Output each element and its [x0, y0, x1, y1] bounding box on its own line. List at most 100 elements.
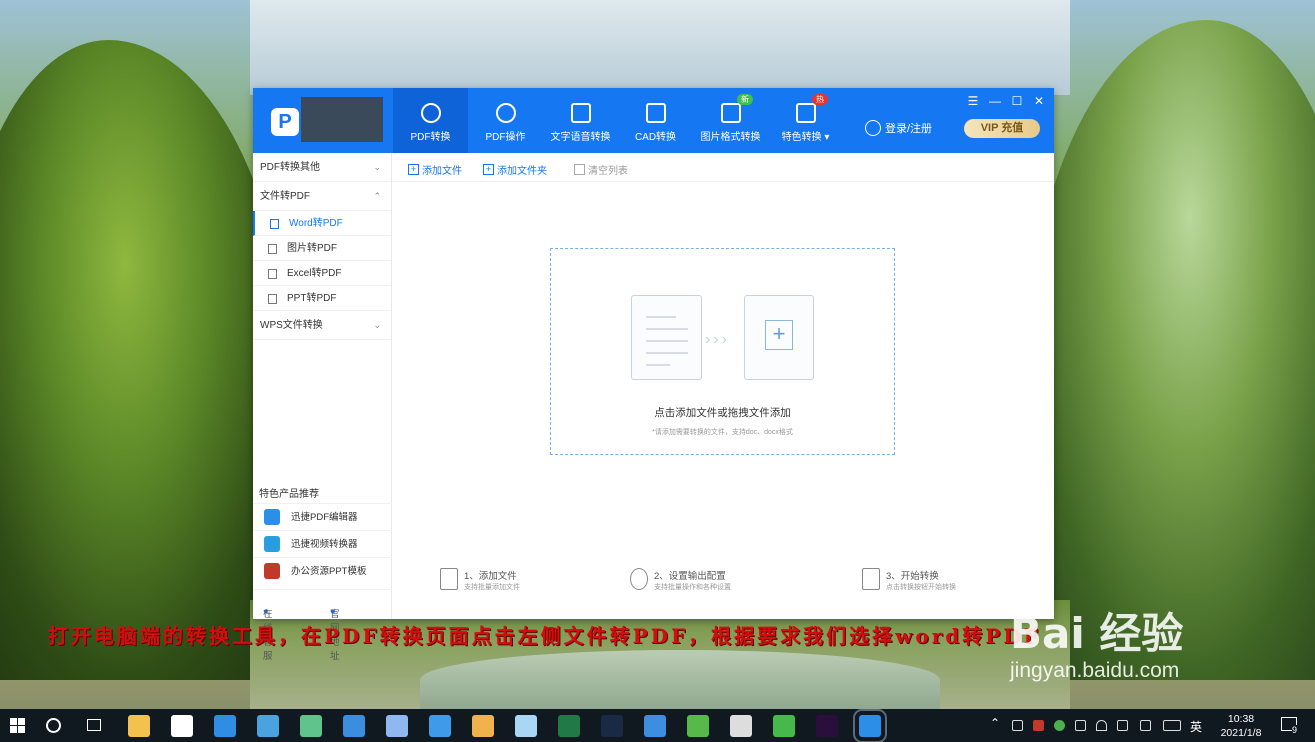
steps-guide: 1、添加文件 支持批量添加文件 2、设置输出配置 支持批量操作和各种设置 3、开… [393, 564, 1054, 604]
add-file-icon [440, 568, 458, 590]
chevron-down-icon: ▾ [824, 132, 830, 143]
taskbar: ⌃ 英 10:38 2021/1/8 9 [0, 709, 1315, 742]
tray-app-icon[interactable] [1054, 720, 1065, 731]
user-icon [865, 120, 881, 136]
sidebar-item-ppt-to-pdf[interactable]: PPT转PDF [253, 286, 391, 311]
clock[interactable]: 10:38 2021/1/8 [1211, 712, 1271, 740]
windows-start-icon[interactable] [10, 718, 26, 734]
premiere-icon[interactable] [816, 715, 838, 737]
file-drop-zone[interactable]: ››› + 点击添加文件或拖拽文件添加 *请添加需要转换的文件，支持doc、do… [550, 248, 895, 455]
maximize-button[interactable]: ☐ [1010, 94, 1024, 108]
image-icon [720, 103, 741, 123]
excel-file-icon [268, 269, 277, 279]
video-converter-icon [264, 536, 280, 552]
volume-icon[interactable] [1117, 720, 1128, 731]
chevron-down-icon: ⌄ [373, 162, 381, 172]
vip-recharge-button[interactable]: VIP 充值 [964, 119, 1040, 138]
sidebar-item-word-to-pdf[interactable]: Word转PDF [253, 211, 391, 236]
sidebar: PDF转换其他 ⌄ 文件转PDF ⌃ Word转PDF 图片转PDF Excel… [253, 153, 392, 662]
cad-icon [645, 103, 666, 123]
plus-icon: + [765, 320, 793, 350]
store-icon[interactable] [171, 715, 193, 737]
chevron-up-icon: ⌃ [373, 191, 381, 201]
trash-icon [574, 164, 585, 175]
bird-app-icon[interactable] [386, 715, 408, 737]
app-logo: P [271, 108, 299, 136]
pdf-converter-window: P PDF转换 PDF操作 文字语音转换 CAD转换 新 图片格式转换 热 特色… [253, 88, 1054, 662]
sidebar-group-file-to-pdf[interactable]: 文件转PDF ⌃ [253, 182, 391, 211]
dropzone-hint: *请添加需要转换的文件，支持doc、docx格式 [652, 429, 793, 436]
pdf-convert-icon [420, 103, 441, 123]
baidu-watermark: Bai 经验 jingyan.baidu.com [1010, 600, 1250, 683]
minimize-button[interactable]: — [988, 94, 1002, 108]
puzzle-app-icon[interactable] [472, 715, 494, 737]
pen-icon[interactable] [1140, 720, 1151, 731]
arrow-right-icon: ››› [705, 331, 730, 348]
nav-special-convert[interactable]: 热 特色转换 ▾ [768, 88, 843, 153]
file-toolbar: + 添加文件 + 添加文件夹 清空列表 [393, 153, 1054, 182]
battery-icon[interactable] [1075, 720, 1086, 731]
scissors-app-icon[interactable] [515, 715, 537, 737]
k-app-icon[interactable] [343, 715, 365, 737]
audio-wave-icon [570, 103, 591, 123]
ppt-template-icon [264, 563, 280, 579]
photoshop-icon[interactable] [601, 715, 623, 737]
sidebar-group-wps[interactable]: WPS文件转换 ⌄ [253, 311, 391, 340]
login-button[interactable]: 登录/注册 [865, 120, 932, 136]
search-icon[interactable] [46, 718, 61, 733]
ime-indicator[interactable]: 英 [1190, 718, 1202, 735]
chat-app-icon[interactable] [429, 715, 451, 737]
add-folder-button[interactable]: + 添加文件夹 [483, 162, 547, 177]
nav-image-convert[interactable]: 新 图片格式转换 [693, 88, 768, 153]
browser-icon[interactable] [257, 715, 279, 737]
nav-text-speech[interactable]: 文字语音转换 [543, 88, 618, 153]
play-icon[interactable] [300, 715, 322, 737]
recommend-list: 迅捷PDF编辑器 迅捷视频转换器 办公资源PPT模板 [253, 503, 392, 584]
top-nav: PDF转换 PDF操作 文字语音转换 CAD转换 新 图片格式转换 热 特色转换… [393, 88, 843, 153]
sidebar-footer: ● 在线客服 ● 官网地址 [253, 589, 392, 662]
dropzone-prompt: 点击添加文件或拖拽文件添加 [654, 407, 791, 419]
edge-icon[interactable] [214, 715, 236, 737]
pdf-app-icon[interactable] [853, 709, 887, 742]
recommend-ppt-template[interactable]: 办公资源PPT模板 [253, 557, 392, 584]
nav-pdf-convert[interactable]: PDF转换 [393, 88, 468, 153]
tutorial-caption: 打开电脑端的转换工具，在PDF转换页面点击左侧文件转PDF，根据要求我们选择wo… [48, 624, 1041, 648]
pdf-operate-icon [495, 103, 516, 123]
pdf-editor-icon [264, 509, 280, 525]
recommend-video-converter[interactable]: 迅捷视频转换器 [253, 530, 392, 557]
convert-icon [862, 568, 880, 590]
add-file-button[interactable]: + 添加文件 [408, 162, 462, 177]
recommend-pdf-editor[interactable]: 迅捷PDF编辑器 [253, 503, 392, 530]
watermark-url: jingyan.baidu.com [1010, 659, 1180, 682]
target-document-icon: + [744, 295, 814, 380]
sidebar-group-pdf-other[interactable]: PDF转换其他 ⌄ [253, 153, 391, 182]
chevron-down-icon: ⌄ [373, 320, 381, 330]
close-button[interactable]: ✕ [1032, 94, 1046, 108]
phone-app-icon[interactable] [644, 715, 666, 737]
keyboard-icon[interactable] [1163, 720, 1181, 731]
add-folder-icon: + [483, 164, 494, 175]
new-badge: 新 [737, 94, 753, 105]
clear-list-button[interactable]: 清空列表 [574, 162, 628, 177]
wifi-icon[interactable] [1096, 720, 1107, 731]
hot-badge: 热 [812, 94, 828, 105]
file-explorer-icon[interactable] [128, 715, 150, 737]
menu-icon[interactable]: ☰ [966, 94, 980, 108]
tray-app-icon[interactable] [1012, 720, 1023, 731]
nav-pdf-operate[interactable]: PDF操作 [468, 88, 543, 153]
word-file-icon [270, 219, 279, 229]
sidebar-item-image-to-pdf[interactable]: 图片转PDF [253, 236, 391, 261]
chevron-up-icon[interactable]: ⌃ [990, 716, 1001, 730]
add-file-icon: + [408, 164, 419, 175]
settings-icon[interactable] [730, 715, 752, 737]
tray-app-icon[interactable] [1033, 720, 1044, 731]
sidebar-item-excel-to-pdf[interactable]: Excel转PDF [253, 261, 391, 286]
task-view-icon[interactable] [87, 719, 101, 731]
masked-region [301, 97, 383, 142]
excel-icon[interactable] [558, 715, 580, 737]
source-document-icon [631, 295, 702, 380]
window-controls: ☰ — ☐ ✕ [966, 94, 1046, 108]
green-box-icon[interactable] [773, 715, 795, 737]
nav-cad-convert[interactable]: CAD转换 [618, 88, 693, 153]
refresh-app-icon[interactable] [687, 715, 709, 737]
